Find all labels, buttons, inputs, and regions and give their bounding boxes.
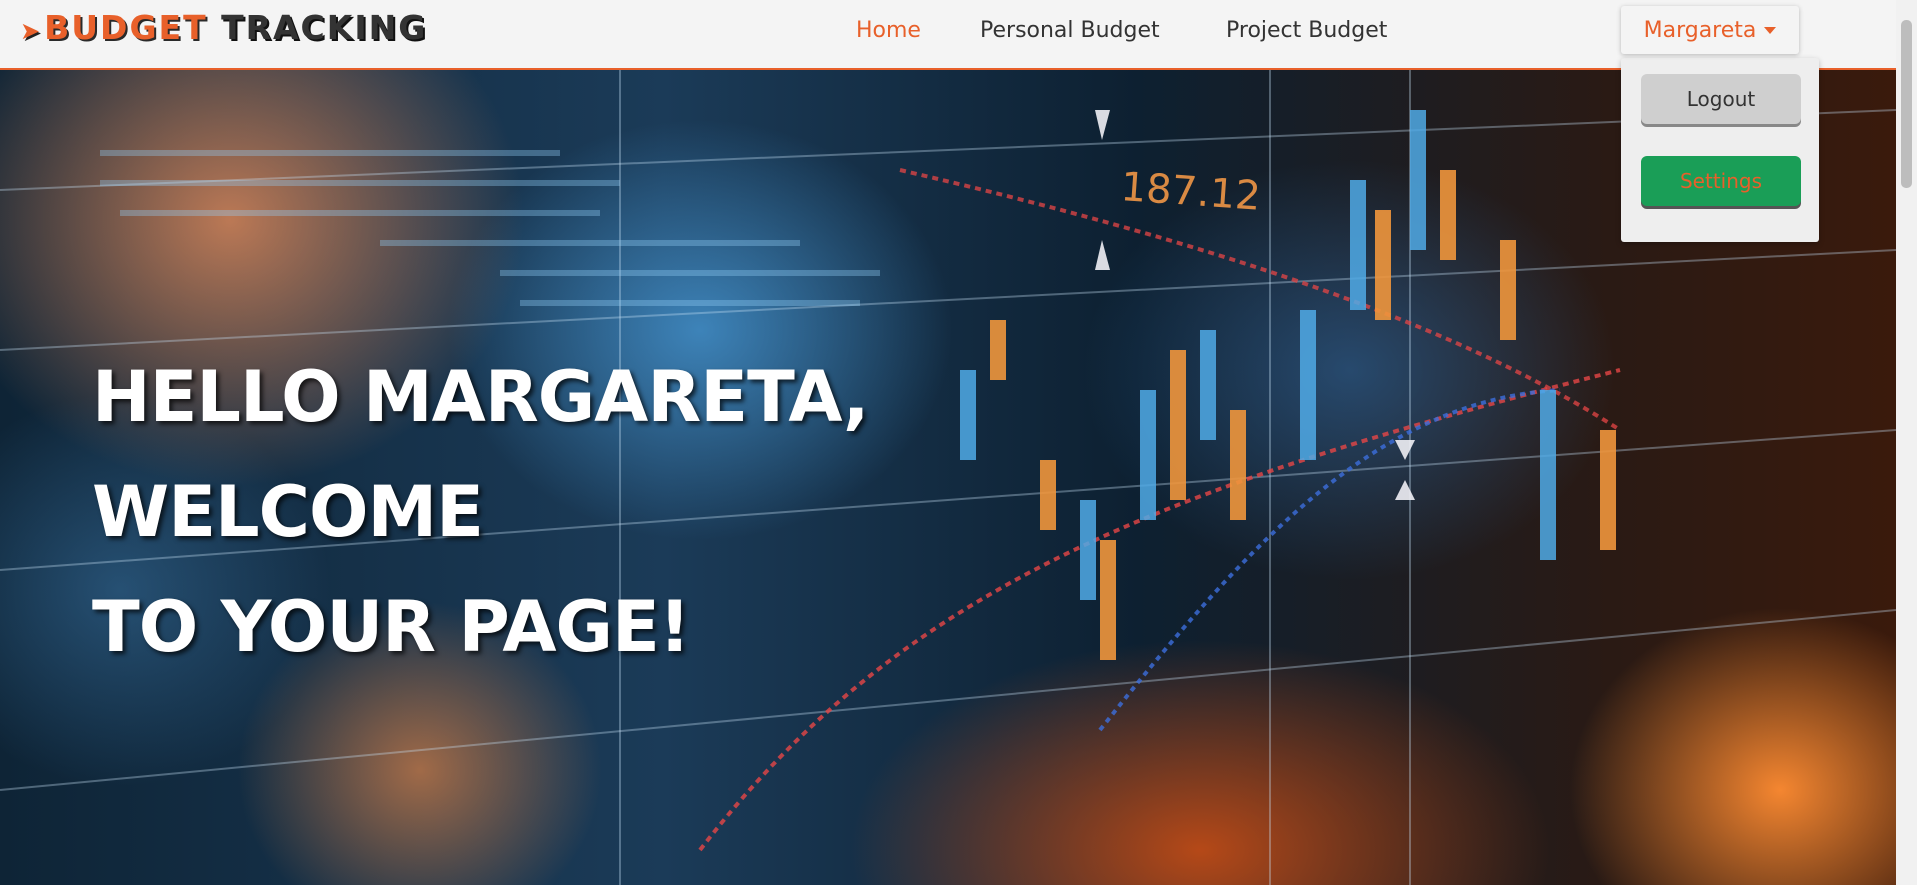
nav-link-project-budget[interactable]: Project Budget (1226, 16, 1387, 46)
settings-button[interactable]: Settings (1641, 156, 1801, 206)
nav-link-home[interactable]: Home (856, 16, 921, 46)
page-scrollbar[interactable] (1896, 0, 1917, 885)
user-name: Margareta (1643, 17, 1757, 43)
brand-word-tracking: TRACKING (221, 8, 428, 47)
user-dropdown-menu: Logout Settings (1621, 58, 1819, 242)
welcome-heading: HELLO MARGARETA, WELCOME TO YOUR PAGE! (92, 340, 869, 685)
user-menu-toggle[interactable]: Margareta (1621, 6, 1799, 54)
brand-logo[interactable]: ➤BUDGET TRACKING (20, 8, 427, 51)
chevron-right-icon: ➤ (20, 17, 43, 45)
welcome-line-2: WELCOME (92, 471, 484, 553)
logout-button[interactable]: Logout (1641, 74, 1801, 124)
welcome-line-1: HELLO MARGARETA, (92, 356, 869, 438)
chart-price-label: 187.12 (1119, 164, 1262, 220)
brand-word-budget: BUDGET (44, 8, 208, 47)
welcome-line-3: TO YOUR PAGE! (92, 586, 691, 668)
caret-down-icon (1764, 26, 1777, 34)
scrollbar-thumb[interactable] (1901, 20, 1912, 188)
nav-link-personal-budget[interactable]: Personal Budget (980, 16, 1160, 46)
hero-banner: 187.12 HELLO MARGARETA, WELCOME TO YOUR … (0, 70, 1896, 885)
navbar: ➤BUDGET TRACKING Home Personal Budget Pr… (0, 0, 1896, 70)
